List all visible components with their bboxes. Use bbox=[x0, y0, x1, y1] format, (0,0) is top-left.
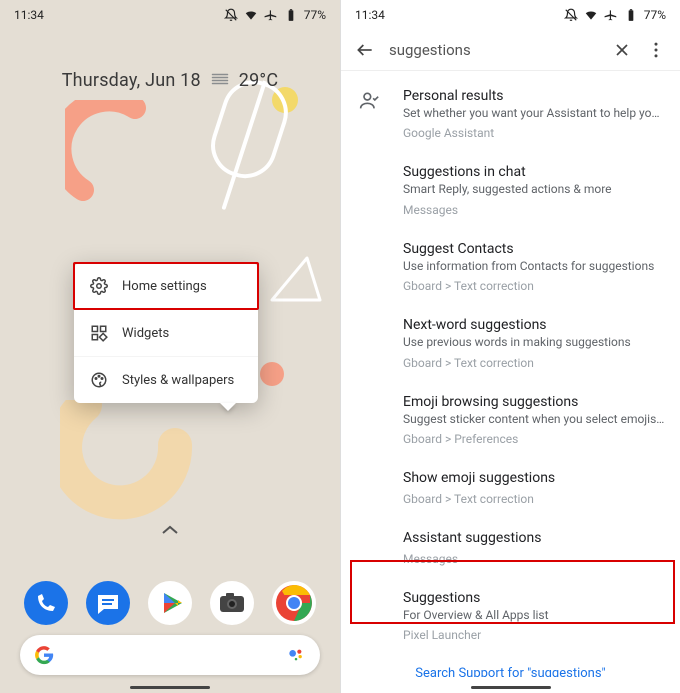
dnd-icon bbox=[564, 8, 578, 22]
result-sub: Use information from Contacts for sugges… bbox=[403, 259, 666, 273]
nav-handle[interactable] bbox=[471, 686, 551, 689]
menu-home-settings[interactable]: Home settings bbox=[74, 263, 258, 309]
search-query[interactable]: suggestions bbox=[389, 41, 598, 59]
battery-text: 77% bbox=[644, 8, 666, 22]
back-icon[interactable] bbox=[355, 40, 375, 60]
assistant-icon[interactable] bbox=[286, 645, 306, 665]
app-phone[interactable] bbox=[24, 581, 68, 625]
result-suggestions-in-chat[interactable]: Suggestions in chat Smart Reply, suggest… bbox=[341, 152, 680, 228]
result-path: Gboard > Text correction bbox=[403, 279, 666, 293]
settings-search-screen: 11:34 77% suggestions Personal results S… bbox=[340, 0, 680, 693]
date-text: Thursday, Jun 18 bbox=[62, 70, 201, 91]
menu-styles-wallpapers[interactable]: Styles & wallpapers bbox=[74, 356, 258, 403]
app-chrome[interactable] bbox=[272, 581, 316, 625]
wallpaper-dot-orange bbox=[258, 360, 286, 388]
palette-icon bbox=[90, 371, 108, 389]
home-context-menu: Home settings Widgets Styles & wallpaper… bbox=[74, 263, 258, 403]
clear-icon[interactable] bbox=[612, 40, 632, 60]
google-search-bar[interactable] bbox=[20, 635, 320, 675]
result-title: Personal results bbox=[403, 88, 666, 104]
result-sub: For Overview & All Apps list bbox=[403, 608, 666, 622]
wallpaper-arc-orange bbox=[65, 100, 155, 210]
result-path: Messages bbox=[403, 203, 666, 217]
result-emoji-browsing[interactable]: Emoji browsing suggestions Suggest stick… bbox=[341, 382, 680, 458]
menu-label: Home settings bbox=[122, 279, 207, 294]
result-next-word[interactable]: Next-word suggestions Use previous words… bbox=[341, 305, 680, 381]
result-path: Gboard > Preferences bbox=[403, 432, 666, 446]
airplane-icon bbox=[604, 8, 618, 22]
result-path: Google Assistant bbox=[403, 126, 666, 140]
battery-icon bbox=[624, 8, 638, 22]
google-logo-icon bbox=[34, 645, 54, 665]
result-sub: Suggest sticker content when you select … bbox=[403, 412, 666, 426]
menu-label: Widgets bbox=[122, 326, 169, 341]
status-icons: 77% bbox=[224, 8, 326, 22]
result-title: Suggest Contacts bbox=[403, 241, 666, 257]
person-icon bbox=[359, 90, 379, 114]
home-screen: 11:34 77% Thursday, Jun 18 29°C Home set… bbox=[0, 0, 340, 693]
status-time: 11:34 bbox=[355, 8, 385, 22]
wifi-icon bbox=[584, 8, 598, 22]
dnd-icon bbox=[224, 8, 238, 22]
result-assistant-suggestions[interactable]: Assistant suggestions Messages bbox=[341, 518, 680, 578]
result-title: Suggestions in chat bbox=[403, 164, 666, 180]
menu-widgets[interactable]: Widgets bbox=[74, 309, 258, 356]
battery-icon bbox=[284, 8, 298, 22]
menu-caret-icon bbox=[220, 403, 236, 411]
status-bar: 11:34 77% bbox=[0, 0, 340, 26]
airplane-icon bbox=[264, 8, 278, 22]
status-icons: 77% bbox=[564, 8, 666, 22]
wallpaper-triangle bbox=[262, 250, 322, 310]
temp-text: 29°C bbox=[239, 70, 278, 91]
result-sub: Smart Reply, suggested actions & more bbox=[403, 182, 666, 196]
gear-icon bbox=[90, 277, 108, 295]
result-personal-results[interactable]: Personal results Set whether you want yo… bbox=[341, 76, 680, 152]
result-path: Messages bbox=[403, 552, 666, 566]
nav-handle[interactable] bbox=[130, 686, 210, 689]
widgets-icon bbox=[90, 324, 108, 342]
more-icon[interactable] bbox=[646, 40, 666, 60]
result-title: Show emoji suggestions bbox=[403, 470, 666, 486]
search-bar: suggestions bbox=[341, 26, 680, 71]
app-drawer-handle[interactable] bbox=[160, 520, 180, 539]
dock bbox=[0, 581, 340, 625]
battery-text: 77% bbox=[304, 8, 326, 22]
result-show-emoji[interactable]: Show emoji suggestions Gboard > Text cor… bbox=[341, 458, 680, 518]
app-camera[interactable] bbox=[210, 581, 254, 625]
result-sub: Set whether you want your Assistant to h… bbox=[403, 106, 666, 120]
result-sub: Use previous words in making suggestions bbox=[403, 335, 666, 349]
result-path: Pixel Launcher bbox=[403, 628, 666, 642]
search-results: Personal results Set whether you want yo… bbox=[341, 76, 680, 677]
status-bar: 11:34 77% bbox=[341, 0, 680, 26]
result-suggest-contacts[interactable]: Suggest Contacts Use information from Co… bbox=[341, 229, 680, 305]
result-path: Gboard > Text correction bbox=[403, 356, 666, 370]
result-title: Emoji browsing suggestions bbox=[403, 394, 666, 410]
app-play-store[interactable] bbox=[148, 581, 192, 625]
search-support-link[interactable]: Search Support for "suggestions" bbox=[341, 654, 680, 677]
wifi-icon bbox=[244, 8, 258, 22]
app-messages[interactable] bbox=[86, 581, 130, 625]
fog-icon bbox=[211, 70, 229, 91]
menu-label: Styles & wallpapers bbox=[122, 373, 234, 388]
result-path: Gboard > Text correction bbox=[403, 492, 666, 506]
result-title: Assistant suggestions bbox=[403, 530, 666, 546]
date-weather-row[interactable]: Thursday, Jun 18 29°C bbox=[0, 70, 340, 91]
result-suggestions-launcher[interactable]: Suggestions For Overview & All Apps list… bbox=[341, 578, 680, 654]
result-title: Suggestions bbox=[403, 590, 666, 606]
status-time: 11:34 bbox=[14, 8, 44, 22]
result-title: Next-word suggestions bbox=[403, 317, 666, 333]
